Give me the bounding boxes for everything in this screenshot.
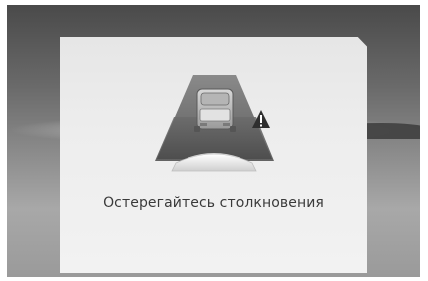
- display-frame: Остерегайтесь столкновения: [7, 5, 420, 277]
- collision-warning-panel: Остерегайтесь столкновения: [60, 37, 367, 273]
- vehicle-ahead-icon: [194, 88, 236, 132]
- collision-warning-graphic: [155, 75, 274, 172]
- collision-warning-message: Остерегайтесь столкновения: [103, 195, 324, 211]
